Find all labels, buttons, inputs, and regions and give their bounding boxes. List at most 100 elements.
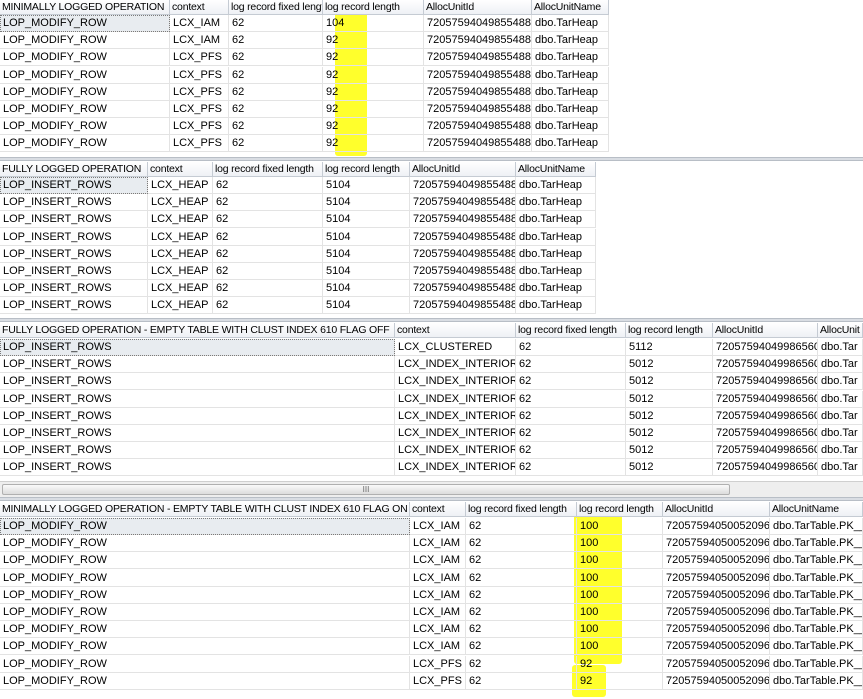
cell-fixed-length[interactable]: 62 [466, 655, 577, 673]
column-header-record-length[interactable]: log record length [323, 162, 410, 177]
table-row[interactable]: LOP_INSERT_ROWS LCX_INDEX_INTERIOR 62 5012 7… [0, 442, 863, 460]
cell-alloc-unit-name[interactable]: dbo.TarTable.PK__ [770, 552, 863, 570]
cell-alloc-unit-name[interactable]: dbo.TarTable.PK__ [770, 655, 863, 673]
cell-operation[interactable]: LOP_MODIFY_ROW [0, 638, 410, 656]
cell-alloc-unit-id[interactable]: 72057594049986560 [713, 356, 818, 374]
cell-fixed-length[interactable]: 62 [516, 442, 626, 460]
cell-alloc-unit-name[interactable]: dbo.TarHeap [532, 135, 609, 153]
results-grid-minimally-logged-clust-610-on[interactable]: MINIMALLY LOGGED OPERATION - EMPTY TABLE… [0, 502, 863, 699]
cell-record-length[interactable]: 100 [577, 586, 663, 604]
cell-alloc-unit-id[interactable]: 72057594049986560 [713, 407, 818, 425]
cell-operation[interactable]: LOP_MODIFY_ROW [0, 604, 410, 621]
column-header-context[interactable]: context [395, 323, 516, 338]
cell-operation[interactable]: LOP_INSERT_ROWS [0, 280, 148, 298]
cell-operation[interactable]: LOP_INSERT_ROWS [0, 459, 395, 477]
cell-record-length[interactable]: 92 [323, 101, 424, 118]
cell-alloc-unit-id[interactable]: 72057594050052096 [663, 655, 770, 673]
cell-record-length[interactable]: 92 [323, 49, 424, 67]
cell-record-length[interactable]: 5012 [626, 390, 713, 408]
cell-alloc-unit-id[interactable]: 72057594049855488 [424, 15, 532, 32]
cell-fixed-length[interactable]: 62 [213, 280, 323, 298]
cell-context[interactable]: LCX_PFS [410, 672, 466, 690]
cell-context[interactable]: LCX_IAM [410, 552, 466, 570]
cell-fixed-length[interactable]: 62 [229, 66, 323, 84]
column-header-operation[interactable]: FULLY LOGGED OPERATION [0, 162, 148, 177]
cell-alloc-unit-id[interactable]: 72057594049855488 [410, 194, 516, 212]
cell-alloc-unit-name[interactable]: dbo.TarHeap [516, 228, 596, 246]
cell-operation[interactable]: LOP_INSERT_ROWS [0, 373, 395, 391]
cell-record-length[interactable]: 92 [323, 135, 424, 153]
cell-fixed-length[interactable]: 62 [229, 101, 323, 118]
cell-alloc-unit-name[interactable]: dbo.Tar [818, 373, 863, 391]
cell-operation[interactable]: LOP_MODIFY_ROW [0, 135, 170, 153]
cell-alloc-unit-name[interactable]: dbo.Tar [818, 425, 863, 442]
cell-record-length[interactable]: 5104 [323, 263, 410, 280]
column-header-fixed-length[interactable]: log record fixed length [213, 162, 323, 177]
cell-alloc-unit-id[interactable]: 72057594049986560 [713, 339, 818, 356]
cell-record-length[interactable]: 5012 [626, 442, 713, 460]
cell-alloc-unit-name[interactable]: dbo.Tar [818, 459, 863, 477]
column-header-record-length[interactable]: log record length [626, 323, 713, 338]
column-header-fixed-length[interactable]: log record fixed length [516, 323, 626, 338]
cell-operation[interactable]: LOP_MODIFY_ROW [0, 118, 170, 136]
cell-alloc-unit-id[interactable]: 72057594050052096 [663, 518, 770, 535]
cell-alloc-unit-name[interactable]: dbo.TarTable.PK__ [770, 638, 863, 656]
cell-record-length[interactable]: 100 [577, 535, 663, 553]
cell-fixed-length[interactable]: 62 [466, 518, 577, 535]
cell-alloc-unit-id[interactable]: 72057594050052096 [663, 604, 770, 621]
column-header-alloc-unit-id[interactable]: AllocUnitId [424, 0, 532, 15]
cell-alloc-unit-id[interactable]: 72057594049855488 [410, 297, 516, 315]
cell-alloc-unit-id[interactable]: 72057594050052096 [663, 638, 770, 656]
cell-alloc-unit-name[interactable]: dbo.TarHeap [516, 177, 596, 194]
cell-operation[interactable]: LOP_INSERT_ROWS [0, 211, 148, 229]
cell-operation[interactable]: LOP_MODIFY_ROW [0, 552, 410, 570]
cell-alloc-unit-name[interactable]: dbo.TarTable.PK__ [770, 518, 863, 535]
cell-operation[interactable]: LOP_MODIFY_ROW [0, 672, 410, 690]
cell-fixed-length[interactable]: 62 [229, 32, 323, 50]
table-row[interactable]: LOP_INSERT_ROWS LCX_INDEX_INTERIOR 62 5012 7… [0, 425, 863, 442]
cell-alloc-unit-name[interactable]: dbo.Tar [818, 339, 863, 356]
cell-context[interactable]: LCX_INDEX_INTERIOR [395, 425, 516, 442]
cell-alloc-unit-id[interactable]: 72057594050052096 [663, 586, 770, 604]
cell-alloc-unit-id[interactable]: 72057594049986560 [713, 373, 818, 391]
cell-alloc-unit-name[interactable]: dbo.TarHeap [532, 32, 609, 50]
cell-alloc-unit-name[interactable]: dbo.TarHeap [516, 263, 596, 280]
cell-fixed-length[interactable]: 62 [213, 194, 323, 212]
cell-fixed-length[interactable]: 62 [466, 535, 577, 553]
cell-context[interactable]: LCX_IAM [410, 604, 466, 621]
cell-alloc-unit-id[interactable]: 72057594050052096 [663, 672, 770, 690]
cell-context[interactable]: LCX_IAM [410, 638, 466, 656]
cell-alloc-unit-name[interactable]: dbo.TarTable.PK__ [770, 672, 863, 690]
table-row[interactable]: LOP_MODIFY_ROW LCX_IAM 62 100 72057594050052… [0, 535, 863, 553]
cell-operation[interactable]: LOP_MODIFY_ROW [0, 32, 170, 50]
cell-context[interactable]: LCX_PFS [170, 101, 229, 118]
column-header-operation[interactable]: MINIMALLY LOGGED OPERATION - EMPTY TABLE… [0, 502, 410, 517]
cell-record-length[interactable]: 5104 [323, 245, 410, 263]
cell-alloc-unit-id[interactable]: 72057594049855488 [424, 101, 532, 118]
cell-context[interactable]: LCX_PFS [170, 135, 229, 153]
cell-operation[interactable]: LOP_MODIFY_ROW [0, 101, 170, 118]
cell-record-length[interactable]: 5104 [323, 194, 410, 212]
cell-alloc-unit-name[interactable]: dbo.Tar [818, 407, 863, 425]
cell-context[interactable]: LCX_PFS [170, 118, 229, 136]
cell-record-length[interactable]: 92 [323, 66, 424, 84]
column-header-alloc-unit-id[interactable]: AllocUnitId [663, 502, 770, 517]
cell-fixed-length[interactable]: 62 [229, 118, 323, 136]
cell-context[interactable]: LCX_PFS [170, 83, 229, 101]
table-row[interactable]: LOP_MODIFY_ROW LCX_PFS 62 92 720575940500520… [0, 655, 863, 673]
cell-alloc-unit-id[interactable]: 72057594049855488 [410, 228, 516, 246]
cell-fixed-length[interactable]: 62 [213, 297, 323, 315]
cell-alloc-unit-id[interactable]: 72057594049986560 [713, 459, 818, 477]
column-header-alloc-unit-name[interactable]: AllocUnit [818, 323, 863, 338]
cell-record-length[interactable]: 100 [577, 638, 663, 656]
cell-alloc-unit-name[interactable]: dbo.TarHeap [532, 66, 609, 84]
table-row[interactable]: LOP_MODIFY_ROW LCX_PFS 62 92 720575940498554… [0, 118, 609, 136]
cell-fixed-length[interactable]: 62 [466, 638, 577, 656]
column-header-alloc-unit-name[interactable]: AllocUnitName [516, 162, 596, 177]
cell-operation[interactable]: LOP_INSERT_ROWS [0, 407, 395, 425]
column-header-context[interactable]: context [410, 502, 466, 517]
cell-fixed-length[interactable]: 62 [229, 135, 323, 153]
cell-operation[interactable]: LOP_INSERT_ROWS [0, 297, 148, 315]
cell-alloc-unit-name[interactable]: dbo.Tar [818, 356, 863, 374]
table-row[interactable]: LOP_MODIFY_ROW LCX_IAM 62 100 72057594050052… [0, 621, 863, 639]
